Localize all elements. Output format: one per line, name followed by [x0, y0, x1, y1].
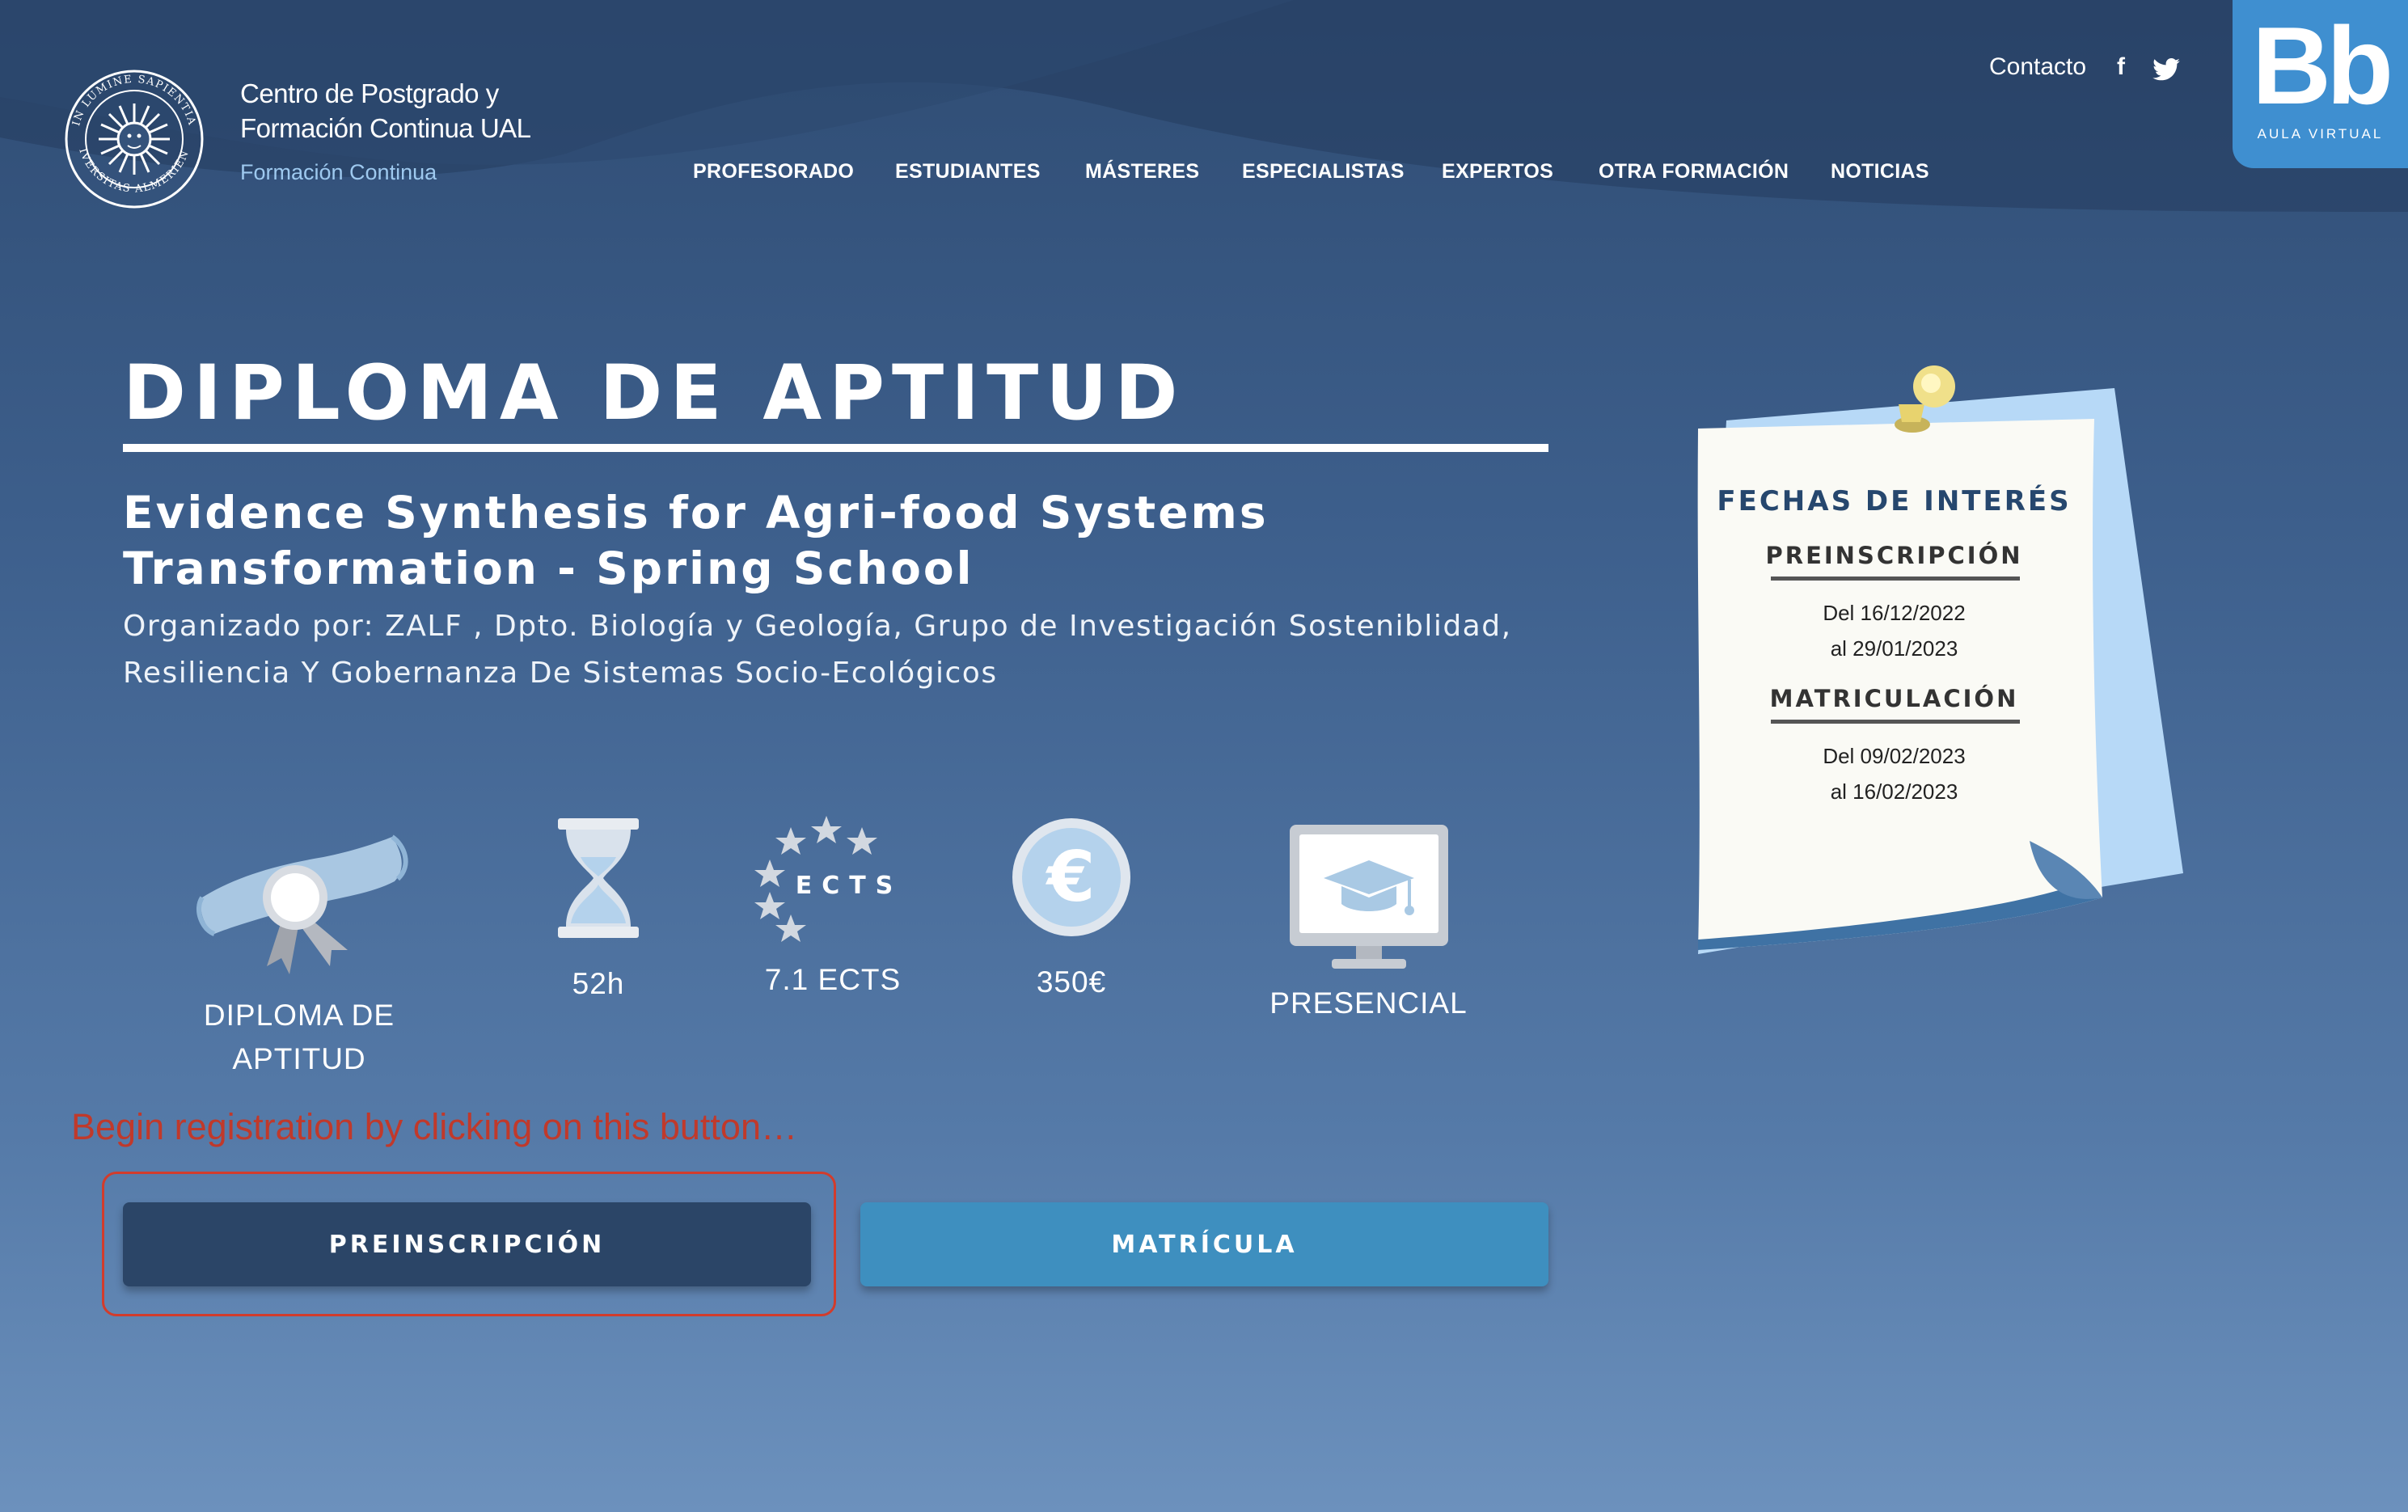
matriculacion-rule: [1771, 720, 2020, 724]
nav-noticias[interactable]: NOTICIAS: [1831, 160, 1929, 184]
brand-line-1: Centro de Postgrado y: [240, 78, 499, 108]
preinscripcion-to: al 29/01/2023: [1830, 636, 1958, 661]
course-organizer: Organizado por: ZALF , Dpto. Biología y …: [123, 603, 1578, 697]
ects-value: 7.1 ECTS: [764, 963, 902, 996]
nav-masteres[interactable]: MÁSTERES: [1085, 160, 1199, 184]
facebook-icon[interactable]: f: [2117, 53, 2125, 81]
title-divider: [123, 444, 1548, 452]
brand-block[interactable]: Centro de Postgrado y Formación Continua…: [240, 76, 531, 185]
university-seal-logo[interactable]: IN LUMINE SAPIENTIA UNIVERSITAS ALMERIEN…: [63, 68, 205, 210]
matriculacion-label: MATRICULACIÓN: [1769, 685, 2019, 712]
course-title-line-1: Evidence Synthesis for Agri-food Systems: [123, 487, 1269, 538]
brand-line-2: Formación Continua UAL: [240, 113, 531, 143]
preinscripcion-button[interactable]: PREINSCRIPCIÓN: [123, 1202, 811, 1286]
euro-coin-icon: €: [1012, 818, 1130, 936]
matriculacion-dates: Del 09/02/2023 al 16/02/2023: [1710, 738, 2078, 809]
preinscripcion-rule: [1771, 577, 2020, 581]
preinscripcion-from: Del 16/12/2022: [1823, 601, 1966, 625]
hourglass-icon: [558, 818, 639, 938]
contact-link[interactable]: Contacto: [1989, 53, 2086, 81]
feature-hours: 52h: [518, 817, 679, 1001]
nav-estudiantes[interactable]: ESTUDIANTES: [895, 160, 1041, 184]
matriculacion-from: Del 09/02/2023: [1823, 744, 1966, 768]
aula-virtual-button[interactable]: Bb AULA VIRTUAL: [2233, 0, 2408, 168]
course-title: Evidence Synthesis for Agri-food Systems…: [123, 485, 1336, 597]
hours-value: 52h: [572, 967, 625, 1000]
ects-stars-icon: ECTS: [754, 816, 903, 942]
diploma-label-line-2: APTITUD: [232, 1042, 366, 1075]
nav-expertos[interactable]: EXPERTOS: [1442, 160, 1553, 184]
matricula-button[interactable]: MATRÍCULA: [860, 1202, 1548, 1286]
feature-diploma: DIPLOMA DE APTITUD: [178, 821, 420, 1081]
aula-virtual-label: AULA VIRTUAL: [2257, 126, 2384, 141]
dates-heading: FECHAS DE INTERÉS: [1717, 485, 2072, 517]
preinscripcion-label: PREINSCRIPCIÓN: [1765, 542, 2023, 569]
diploma-label-line-1: DIPLOMA DE: [203, 999, 395, 1032]
feature-ects: ECTS 7.1 ECTS: [744, 813, 922, 997]
registration-hint: Begin registration by clicking on this b…: [71, 1106, 797, 1147]
course-type-title: DIPLOMA DE APTITUD: [123, 349, 1185, 437]
ects-badge-text: ECTS: [796, 872, 903, 900]
organizer-line-1: Organizado por: ZALF , Dpto. Biología y …: [123, 610, 1512, 643]
twitter-icon[interactable]: [2152, 58, 2180, 81]
nav-otra-formacion[interactable]: OTRA FORMACIÓN: [1599, 160, 1789, 184]
preinscripcion-dates: Del 16/12/2022 al 29/01/2023: [1710, 595, 2078, 666]
price-value: 350€: [1036, 965, 1107, 999]
presencial-monitor-icon: [1289, 825, 1448, 969]
feature-mode: PRESENCIAL: [1249, 823, 1488, 1020]
nav-especialistas[interactable]: ESPECIALISTAS: [1242, 160, 1405, 184]
euro-glyph: €: [1046, 837, 1096, 918]
diploma-icon: [196, 834, 408, 974]
course-title-line-2: Transformation - Spring School: [123, 543, 974, 594]
feature-price: € 350€: [991, 817, 1152, 999]
matriculacion-to: al 16/02/2023: [1830, 779, 1958, 804]
mode-value: PRESENCIAL: [1269, 986, 1468, 1020]
blackboard-logo: Bb: [2251, 4, 2393, 127]
nav-profesorado[interactable]: PROFESORADO: [693, 160, 854, 184]
brand-subtitle: Formación Continua: [240, 160, 437, 184]
organizer-line-2: Resiliencia Y Gobernanza De Sistemas Soc…: [123, 657, 998, 690]
